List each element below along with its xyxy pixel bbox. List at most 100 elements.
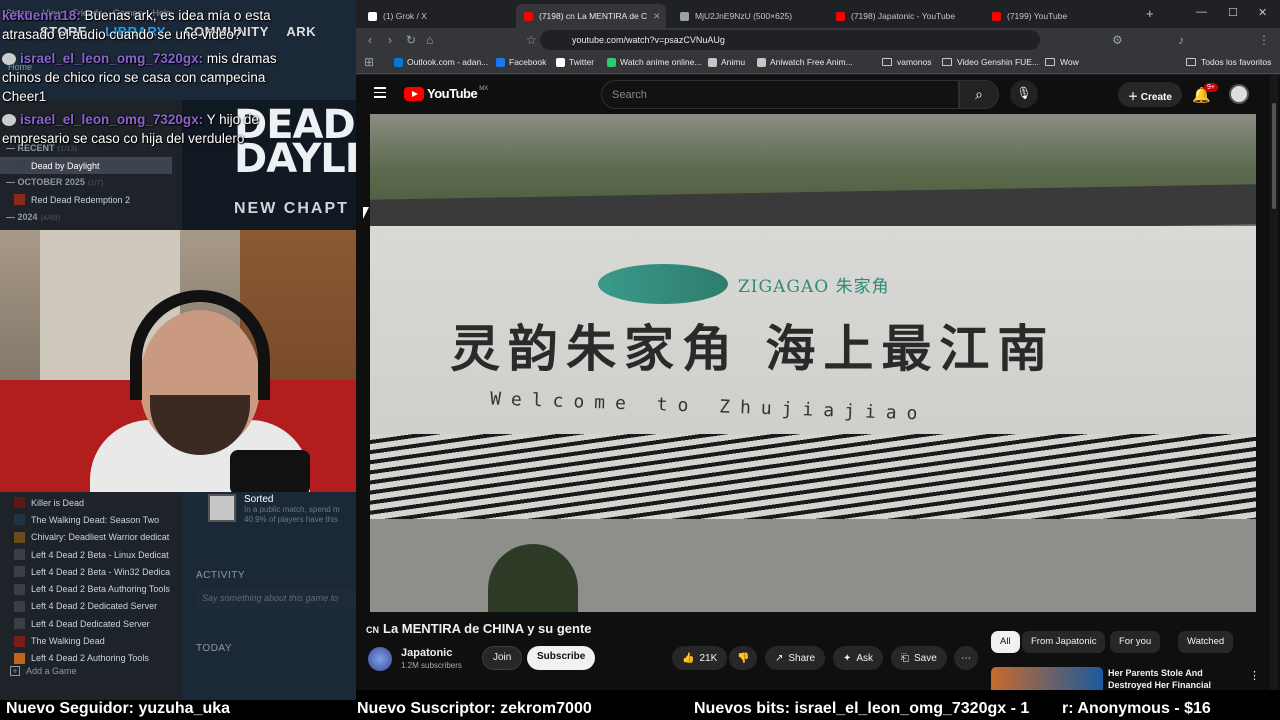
- library-item[interactable]: The Walking Dead: Season Two: [0, 511, 182, 528]
- chip-from-channel[interactable]: From Japatonic: [1022, 631, 1106, 653]
- tab-video[interactable]: (7198) cn La MENTIRA de C ✕: [516, 4, 666, 28]
- chip-for-you[interactable]: For you: [1110, 631, 1161, 653]
- recommendation-title[interactable]: Her Parents Stole And Destroyed Her Fina…: [1108, 667, 1242, 690]
- share-button[interactable]: ↗ Share: [765, 646, 826, 670]
- youtube-logo[interactable]: YouTube MX: [404, 86, 488, 101]
- tab-grok[interactable]: (1) Grok / X: [360, 4, 510, 28]
- menu-steam[interactable]: Steam: [6, 8, 32, 18]
- scrollbar-thumb[interactable]: [1272, 103, 1276, 209]
- search-icon[interactable]: ⌕: [959, 80, 999, 109]
- tab-image[interactable]: MjU2JnE9NzU (500×625): [672, 4, 822, 28]
- recommendation-thumbnail[interactable]: [991, 667, 1103, 690]
- extensions-icon[interactable]: ⚙: [1112, 33, 1123, 47]
- page-scrollbar[interactable]: [1270, 75, 1278, 690]
- game-title: Left 4 Dead 2 Beta Authoring Tools: [31, 584, 170, 595]
- add-game-button[interactable]: + Add a Game: [10, 666, 77, 676]
- tab-label: (7199) YouTube: [1007, 11, 1068, 21]
- all-bookmarks[interactable]: Todos los favoritos: [1186, 57, 1271, 67]
- nav-library[interactable]: LIBRARY: [105, 24, 166, 39]
- chip-watched[interactable]: Watched: [1178, 631, 1234, 653]
- nav-store[interactable]: STORE: [40, 24, 87, 39]
- game-icon: [14, 549, 25, 561]
- tab-favicon: [524, 11, 533, 21]
- game-title: Red Dead Redemption 2: [31, 194, 131, 205]
- apps-icon[interactable]: ⊞: [364, 55, 374, 69]
- section-2024[interactable]: — 2024 (4/49): [0, 209, 182, 226]
- library-item[interactable]: Left 4 Dead 2 Beta - Linux Dedicat: [0, 546, 182, 563]
- new-tab-icon[interactable]: +: [1146, 6, 1154, 21]
- search-input[interactable]: Search: [601, 80, 959, 109]
- library-item[interactable]: Left 4 Dead 2 Beta Authoring Tools: [0, 580, 182, 597]
- bookmark-icon[interactable]: ☆: [526, 33, 537, 47]
- library-item[interactable]: Left 4 Dead 2 Dedicated Server: [0, 598, 182, 615]
- game-icon: [14, 618, 25, 630]
- bookmark-animu[interactable]: Animu: [708, 57, 745, 67]
- close-tab-icon[interactable]: ✕: [647, 11, 660, 22]
- bookmark-folder-vamonos[interactable]: vamonos: [882, 57, 932, 67]
- close-window-icon[interactable]: ✕: [1258, 6, 1267, 19]
- more-vert-icon[interactable]: ⋮: [1249, 669, 1260, 682]
- back-icon[interactable]: ‹: [368, 33, 372, 47]
- bookmark-twitter[interactable]: Twitter: [556, 57, 594, 67]
- library-item[interactable]: Left 4 Dead Dedicated Server: [0, 615, 182, 632]
- flag-code: CN: [366, 625, 379, 635]
- maximize-icon[interactable]: ☐: [1228, 6, 1238, 19]
- bookmark-outlook[interactable]: Outlook.com - adan...: [394, 57, 488, 67]
- folder-icon: [1186, 58, 1196, 66]
- tab-channel[interactable]: (7198) Japatonic - YouTube: [828, 4, 978, 28]
- forward-icon[interactable]: ›: [388, 33, 392, 47]
- video-player[interactable]: ZIGAGAO 朱家角 灵韵朱家角 海上最江南 Welcome to Zhuji…: [370, 114, 1256, 612]
- bookmark-anime[interactable]: Watch anime online...: [607, 57, 701, 67]
- game-icon: [14, 194, 25, 206]
- bookmark-folder-wow[interactable]: Wow: [1045, 57, 1079, 67]
- home-icon[interactable]: ⌂: [426, 33, 433, 47]
- account-avatar[interactable]: [1229, 84, 1249, 104]
- activity-input[interactable]: Say something about this game to: [196, 588, 356, 608]
- library-item[interactable]: The Walking Dead: [0, 632, 182, 649]
- library-item[interactable]: Red Dead Redemption 2: [0, 191, 182, 208]
- nav-profile[interactable]: ARK: [286, 24, 316, 39]
- bookmark-aniwatch[interactable]: Aniwatch Free Anim...: [757, 57, 853, 67]
- tab-label: (7198) Japatonic - YouTube: [851, 11, 956, 21]
- achievement-card[interactable]: Sorted In a public match, spend m 40.9% …: [208, 494, 356, 525]
- menu-view[interactable]: View: [43, 8, 62, 18]
- menu-icon[interactable]: ⋮: [1258, 33, 1270, 47]
- bookmark-facebook[interactable]: Facebook: [496, 57, 546, 67]
- channel-avatar[interactable]: [368, 647, 392, 671]
- like-count: 21K: [699, 652, 718, 664]
- minimize-icon[interactable]: —: [1196, 6, 1207, 18]
- save-button[interactable]: ⎗ Save: [891, 646, 947, 670]
- reload-icon[interactable]: ↻: [406, 33, 416, 47]
- menu-games[interactable]: Games: [113, 8, 142, 18]
- ask-button[interactable]: ✦ Ask: [833, 646, 884, 670]
- library-item[interactable]: Dead by Daylight: [0, 157, 172, 175]
- like-button[interactable]: 👍 21K: [672, 646, 728, 670]
- video-title-text: La MENTIRA de CHINA y su gente: [383, 621, 592, 636]
- game-title: Left 4 Dead 2 Beta - Linux Dedicat: [31, 549, 169, 560]
- menu-help[interactable]: Help: [152, 8, 171, 18]
- channel-name[interactable]: Japatonic: [401, 647, 452, 659]
- library-item[interactable]: Left 4 Dead 2 Beta - Win32 Dedica: [0, 563, 182, 580]
- chip-all[interactable]: All: [991, 631, 1020, 653]
- music-icon[interactable]: ♪: [1178, 33, 1184, 47]
- library-item[interactable]: Chivalry: Deadliest Warrior dedicat: [0, 529, 182, 546]
- subscribe-button[interactable]: Subscribe: [527, 646, 596, 670]
- more-actions-button[interactable]: ⋯: [954, 646, 978, 670]
- nav-community[interactable]: COMMUNITY: [184, 24, 269, 39]
- section-october-2025[interactable]: — OCTOBER 2025 (1/7): [0, 174, 182, 191]
- library-item[interactable]: Killer is Dead: [0, 494, 182, 511]
- voice-search-icon[interactable]: 🎙: [1010, 80, 1038, 108]
- folder-icon: [942, 58, 952, 66]
- address-bar[interactable]: youtube.com/watch?v=psazCVNuAUg: [540, 30, 1040, 50]
- hamburger-icon[interactable]: [374, 87, 386, 101]
- tab-youtube[interactable]: (7199) YouTube: [984, 4, 1134, 28]
- section-recent[interactable]: — RECENT (1/13): [0, 140, 182, 157]
- library-item[interactable]: Left 4 Dead 2 Authoring Tools: [0, 650, 182, 667]
- bookmark-folder-genshin[interactable]: Video Genshin FUE...: [942, 57, 1039, 67]
- animu-icon: [708, 57, 717, 67]
- join-button[interactable]: Join: [482, 646, 523, 670]
- create-button[interactable]: ＋ Create: [1118, 82, 1182, 107]
- library-home-link[interactable]: Home: [8, 62, 32, 72]
- menu-friends[interactable]: Friends: [72, 8, 102, 18]
- dislike-button[interactable]: 👎: [729, 646, 758, 670]
